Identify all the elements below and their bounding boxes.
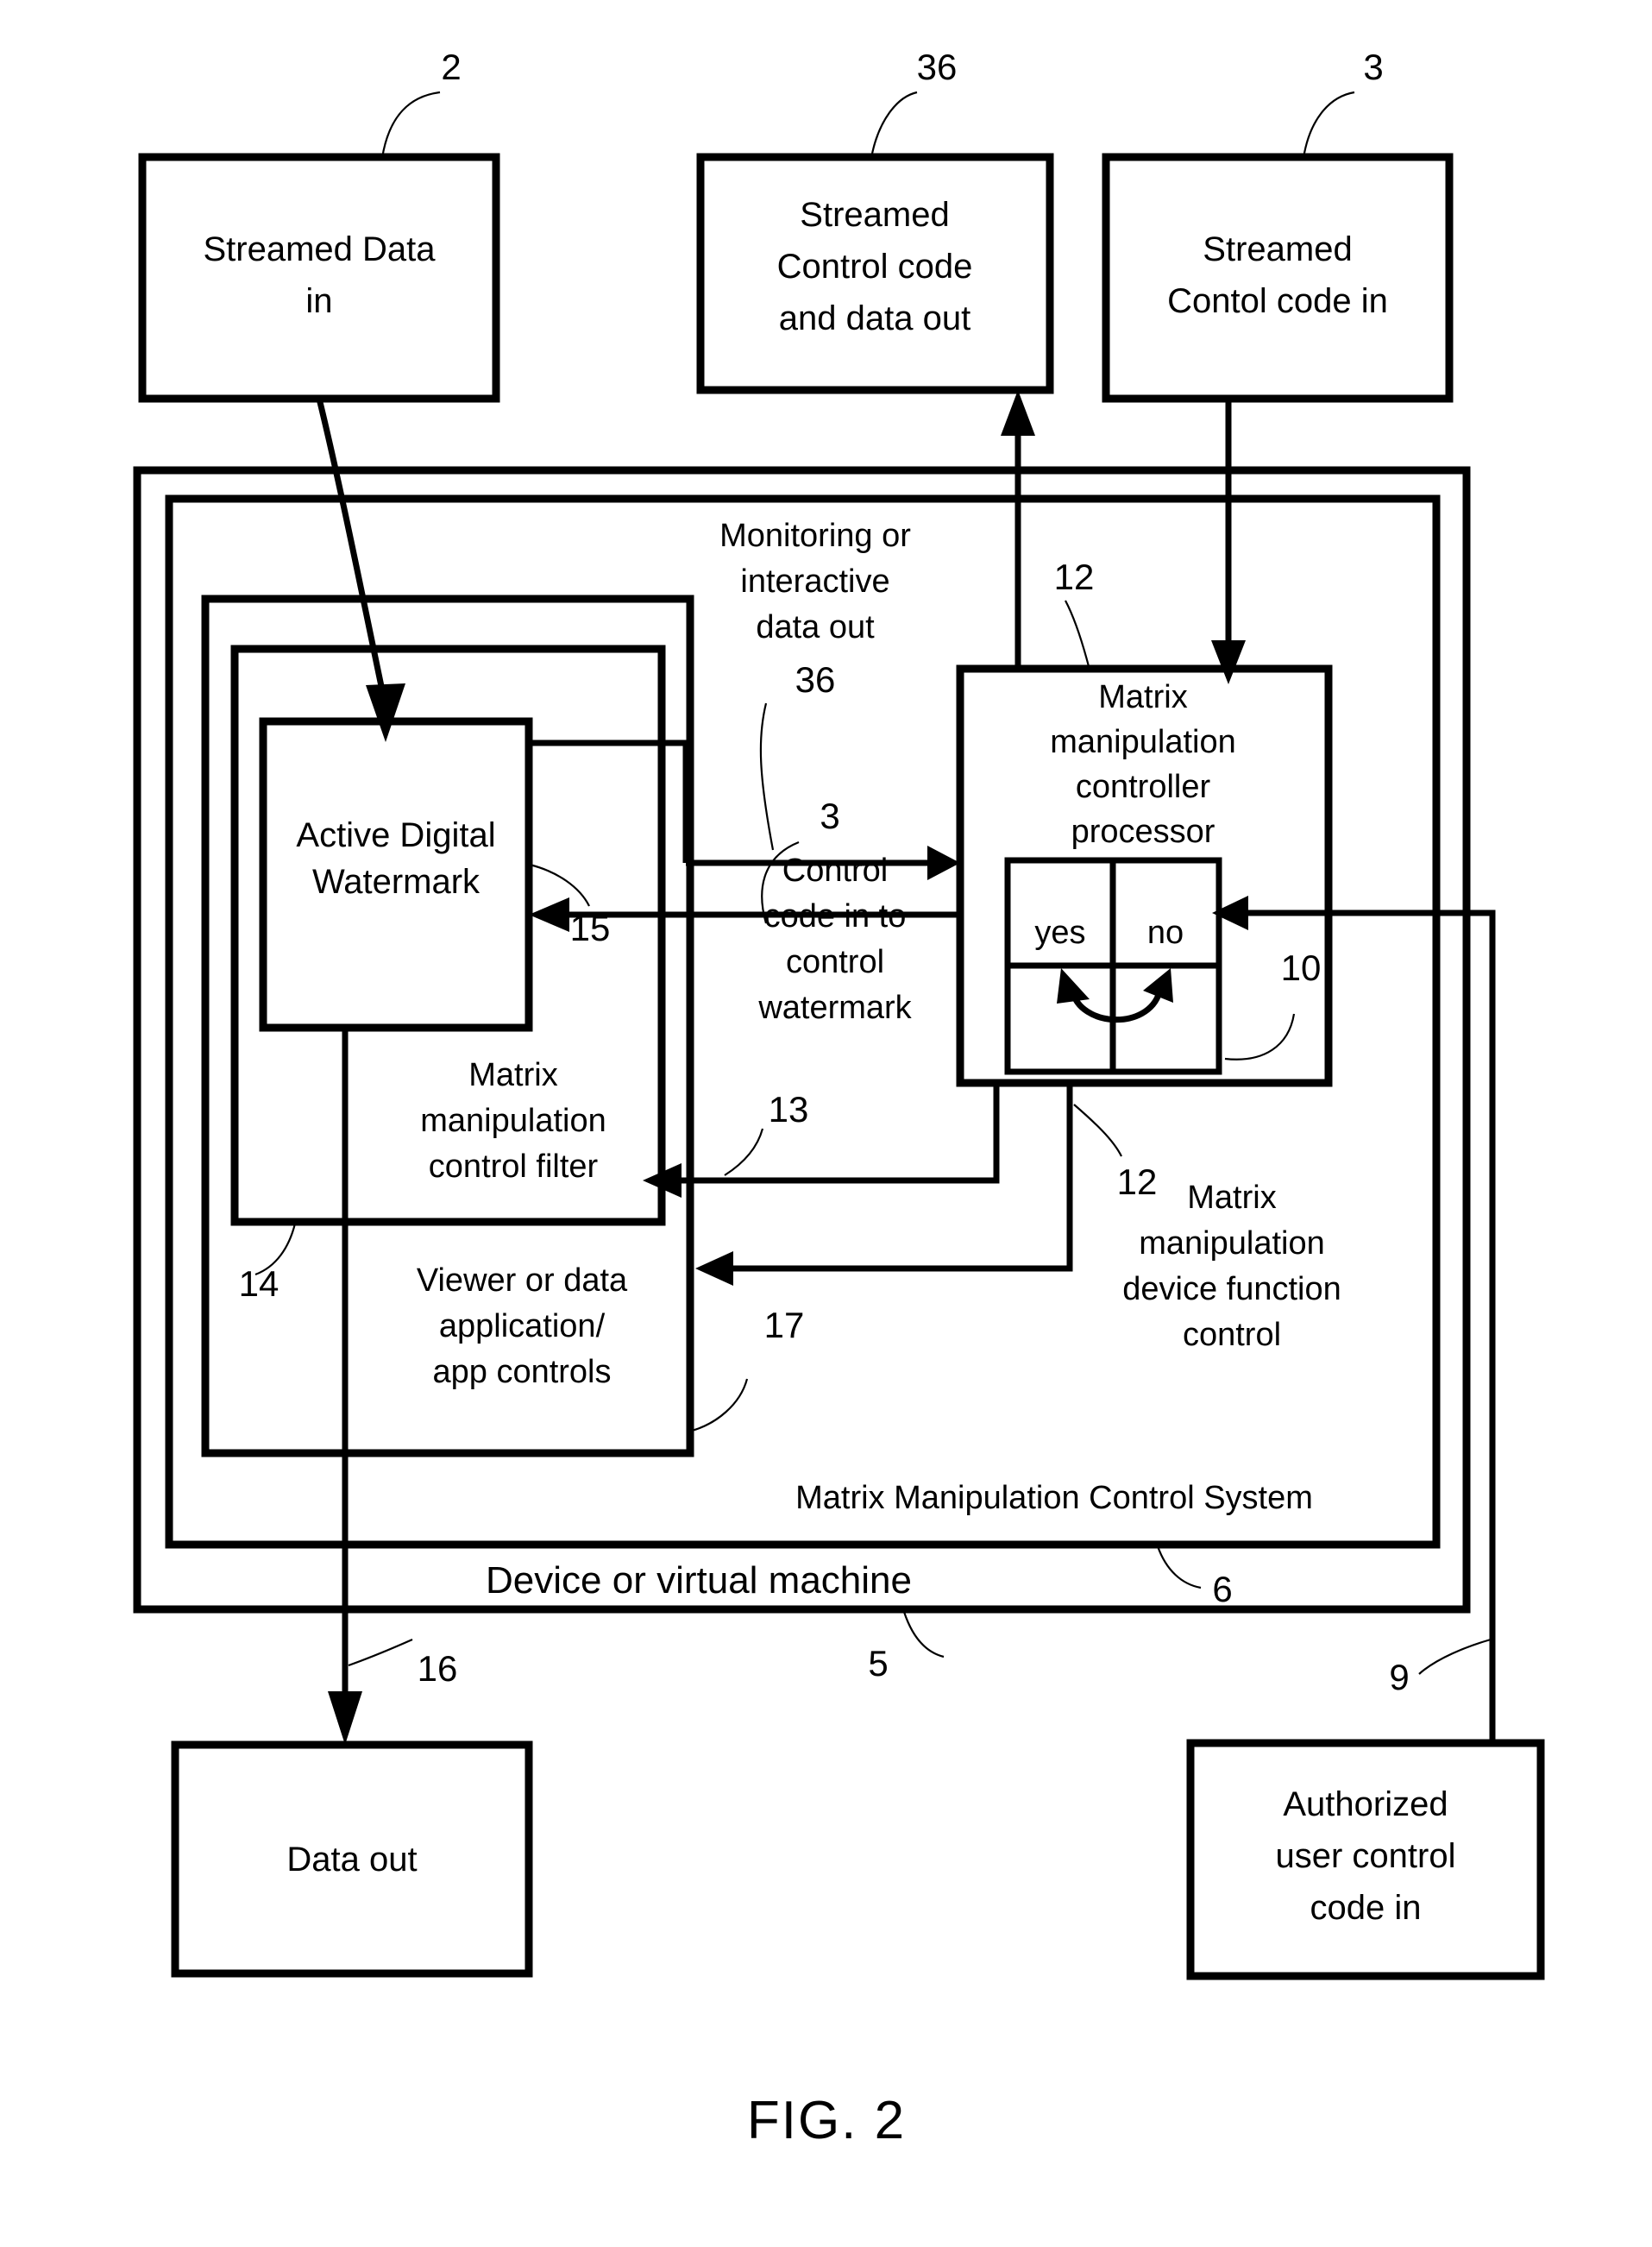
active-digital-watermark-line-1: Active Digital [296, 816, 495, 854]
ref-36-top-leader: 36 [870, 47, 958, 159]
ref-16-label: 16 [418, 1648, 458, 1689]
mm-control-filter-line-1: Matrix [468, 1057, 557, 1093]
matrix-manipulation-device-function-control-label: Matrix manipulation device function cont… [1122, 1180, 1341, 1353]
streamed-cc-out-line-2: Control code [777, 248, 973, 286]
control-code-line-1: Control [782, 853, 889, 889]
flow-control-code-in-to-controller [1211, 399, 1246, 684]
viewer-app-line-3: app controls [432, 1354, 611, 1390]
ref-14-leader: 14 [239, 1223, 297, 1304]
streamed-control-code-in-box: Streamed Contol code in [1102, 153, 1454, 403]
ref-12-top-leader: 12 [1054, 557, 1095, 670]
figure-root: Streamed Data in 2 Streamed Control code… [0, 0, 1652, 2247]
matrix-cell-yes: yes [1034, 915, 1085, 951]
streamed-data-in-line-1: Streamed Data [203, 230, 436, 268]
auth-user-line-2: user control [1276, 1837, 1456, 1875]
ref-6-leader: 6 [1156, 1545, 1233, 1609]
matrix-cell-no: no [1147, 915, 1184, 951]
streamed-cc-in-line-2: Contol code in [1167, 282, 1388, 320]
monitoring-line-3: data out [756, 609, 875, 645]
mm-device-fn-line-4: control [1183, 1317, 1281, 1353]
monitoring-line-1: Monitoring or [719, 518, 911, 554]
ref-5-leader: 5 [868, 1611, 945, 1684]
ref-3-mid-label: 3 [820, 796, 839, 836]
streamed-data-in-line-2: in [305, 282, 332, 320]
ref-16-leader: 16 [348, 1638, 458, 1689]
monitoring-or-interactive-data-out-label: Monitoring or interactive data out 36 [719, 518, 911, 851]
viewer-app-line-2: application/ [439, 1308, 606, 1344]
control-code-line-4: watermark [757, 990, 912, 1026]
streamed-cc-in-line-1: Streamed [1203, 230, 1352, 268]
mm-device-fn-line-2: manipulation [1139, 1225, 1324, 1262]
flow-data-in-to-watermark [316, 398, 405, 742]
active-digital-watermark-box: Active Digital Watermark [259, 717, 533, 1032]
monitoring-line-2: interactive [740, 563, 889, 600]
mm-controller-line-4: processor [1071, 814, 1215, 850]
streamed-control-code-and-data-out-box: Streamed Control code and data out [696, 153, 1054, 394]
yes-no-matrix: yes no 10 [1004, 857, 1322, 1075]
ref-15-leader: 15 [529, 863, 610, 948]
ref-3-top-leader: 3 [1302, 47, 1384, 159]
ref-12-right-label: 12 [1117, 1161, 1158, 1202]
auth-user-line-3: code in [1310, 1889, 1422, 1927]
ref-9-label: 9 [1389, 1657, 1409, 1697]
control-code-line-2: code in to [764, 898, 907, 935]
ref-14-label: 14 [239, 1263, 280, 1304]
ref-17-leader: 17 [691, 1305, 805, 1432]
viewer-app-line-1: Viewer or data [417, 1262, 628, 1299]
streamed-cc-out-line-3: and data out [779, 299, 970, 337]
ref-10-label: 10 [1281, 947, 1322, 988]
ref-13-leader: 13 [724, 1089, 809, 1176]
viewer-or-data-application-text: Viewer or data application/ app controls [417, 1262, 628, 1390]
flow-watermark-to-controller-36 [529, 740, 960, 880]
ref-36-top-label: 36 [917, 47, 958, 87]
active-digital-watermark-line-2: Watermark [312, 863, 481, 901]
authorized-user-control-code-in-box: Authorized user control code in [1186, 1739, 1545, 1980]
streamed-cc-out-line-1: Streamed [800, 196, 949, 234]
matrix-manipulation-control-filter-text: Matrix manipulation control filter [420, 1057, 606, 1185]
mm-control-filter-line-2: manipulation [420, 1103, 606, 1139]
ref-6-label: 6 [1212, 1569, 1232, 1609]
ref-5-label: 5 [868, 1643, 888, 1684]
ref-13-label: 13 [769, 1089, 809, 1130]
figure-caption: FIG. 2 [747, 2091, 906, 2150]
flow-watermark-to-data-out [328, 1028, 362, 1745]
flow-controller-to-streamed-out [1001, 390, 1035, 669]
ref-9-leader: 9 [1389, 1638, 1492, 1697]
flow-controller-to-viewer-app [695, 1083, 1073, 1286]
matrix-manipulation-controller-processor-box: Matrix manipulation controller processor [956, 664, 1333, 1087]
device-or-virtual-machine-label: Device or virtual machine [486, 1559, 912, 1602]
streamed-data-in-box: Streamed Data in [138, 153, 500, 403]
control-code-line-3: control [786, 944, 884, 980]
mm-controller-line-3: controller [1076, 769, 1211, 805]
mm-control-filter-line-3: control filter [429, 1149, 599, 1185]
mm-device-fn-line-3: device function [1122, 1271, 1341, 1307]
mm-controller-line-2: manipulation [1050, 724, 1235, 760]
ref-3-top-label: 3 [1363, 47, 1383, 87]
ref-17-label: 17 [764, 1305, 805, 1345]
data-out-box: Data out [171, 1740, 533, 1978]
ref-12-top-label: 12 [1054, 557, 1095, 597]
ref-2-leader: 2 [380, 47, 462, 159]
ref-2-label: 2 [441, 47, 461, 87]
ref-36-mid-label: 36 [795, 659, 836, 700]
mm-device-fn-line-1: Matrix [1187, 1180, 1276, 1216]
mm-controller-line-1: Matrix [1098, 679, 1187, 715]
data-out-line-1: Data out [286, 1841, 417, 1879]
control-code-in-to-control-watermark-label: 3 Control code in to control watermark [757, 796, 912, 1026]
ref-12-right-leader: 12 [1073, 1104, 1158, 1202]
matrix-manipulation-control-system-label: Matrix Manipulation Control System [795, 1480, 1313, 1516]
patent-figure-diagram: Streamed Data in 2 Streamed Control code… [133, 47, 1545, 2150]
auth-user-line-1: Authorized [1283, 1785, 1448, 1823]
flow-controller-to-control-filter-13 [643, 1083, 1000, 1198]
